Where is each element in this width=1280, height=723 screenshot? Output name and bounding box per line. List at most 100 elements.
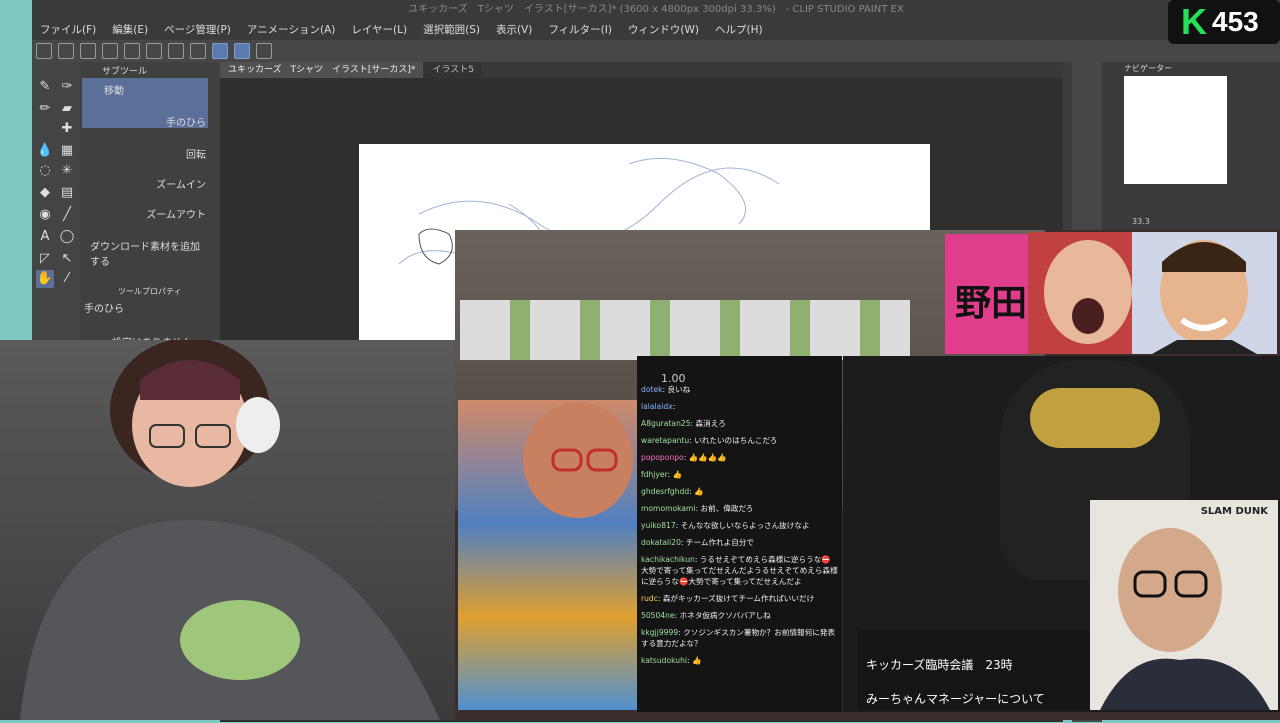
- line-icon[interactable]: ╱: [58, 206, 76, 224]
- fill-bucket-icon[interactable]: ◆: [36, 184, 54, 202]
- chat-username: yuiko817: [641, 521, 676, 530]
- chat-username: A8guratan25: [641, 419, 691, 428]
- subtool-move[interactable]: 移動: [82, 78, 208, 100]
- blend-icon[interactable]: 💧: [36, 142, 54, 160]
- new-icon[interactable]: [36, 43, 52, 59]
- chat-username: kkgjj9999: [641, 628, 679, 637]
- brush-icon[interactable]: ✑: [58, 78, 76, 96]
- pink-poster: 野田: [945, 234, 1035, 354]
- settings-icon[interactable]: [256, 43, 272, 59]
- menu-filter[interactable]: フィルター(I): [540, 20, 620, 40]
- chat-message: A8guratan25: 森消えろ: [641, 419, 726, 428]
- guest-face-yawning: [1028, 232, 1148, 354]
- chat-message: katsudokuhi: 👍: [641, 656, 702, 665]
- ruler-icon[interactable]: [234, 43, 250, 59]
- subtool-hand[interactable]: 手のひら: [82, 100, 208, 129]
- subtool-zoom-in[interactable]: ズームイン: [82, 162, 208, 191]
- tab-circus[interactable]: ユキッカーズ Tシャツ イラスト[サーカス]*: [220, 62, 424, 78]
- toolprop-header: ツールプロパティ: [118, 287, 182, 296]
- gold-mask-trim: [1030, 388, 1160, 448]
- chat-text: いれたいのはちんこだろ: [694, 436, 778, 445]
- menu-file[interactable]: ファイル(F): [32, 20, 104, 40]
- chat-username: fdhjyer: [641, 470, 668, 479]
- tab-illust5[interactable]: イラスト5: [424, 62, 482, 78]
- chat-message: 50504ne: ホネタ仮病クソババアしね: [641, 611, 771, 620]
- window-title: ユキッカーズ Tシャツ イラスト[サーカス]* (3600 x 4800px 3…: [408, 4, 904, 15]
- operation-icon[interactable]: ↖: [58, 250, 76, 268]
- pencil-icon[interactable]: ✏: [36, 100, 54, 118]
- redo-icon[interactable]: [124, 43, 140, 59]
- chat-text: お前、偉政だろ: [700, 504, 754, 513]
- caption-line-1: キッカーズ臨時会議 23時: [866, 658, 1013, 672]
- clear-icon[interactable]: [146, 43, 162, 59]
- balloon-icon[interactable]: ◯: [58, 228, 76, 246]
- chat-text: 良いね: [667, 385, 691, 394]
- badge-count: 453: [1212, 6, 1259, 37]
- eyedropper-icon[interactable]: ◉: [36, 206, 54, 224]
- chat-message: rudc: 森がキッカーズ抜けてチーム作ればいいだけ: [641, 594, 815, 603]
- caption-line-2: みーちゃんマネージャーについて: [866, 692, 1045, 706]
- navigator-header: ナビゲーター: [1124, 64, 1172, 73]
- chat-text: 👍: [694, 487, 704, 496]
- subtool-header: サブツール: [102, 67, 148, 77]
- guest-face-glasses: SLAM DUNK: [1090, 500, 1278, 710]
- magic-wand-icon[interactable]: ✳: [58, 162, 76, 180]
- hand-icon[interactable]: ✋: [36, 270, 54, 288]
- spoit-icon[interactable]: ⁄: [58, 270, 76, 288]
- subtool-rotate[interactable]: 回転: [82, 132, 208, 161]
- chat-message: lalalaidx:: [641, 402, 678, 411]
- navigator-thumbnail[interactable]: [1124, 76, 1227, 184]
- fill-icon[interactable]: [168, 43, 184, 59]
- gradient-icon[interactable]: ▤: [58, 184, 76, 202]
- menu-bar: ファイル(F) 編集(E) ページ管理(P) アニメーション(A) レイヤー(L…: [32, 20, 1280, 40]
- chat-message: ghdesrfghdd: 👍: [641, 487, 704, 496]
- subtool-zoom-out[interactable]: ズームアウト: [82, 192, 208, 221]
- undo-icon[interactable]: [102, 43, 118, 59]
- menu-select[interactable]: 選択範囲(S): [415, 20, 488, 40]
- bowl-shelf: [460, 300, 910, 360]
- menu-layer[interactable]: レイヤー(L): [343, 20, 415, 40]
- chat-username: kachikachikun: [641, 555, 695, 564]
- streamer-camera: [0, 338, 470, 720]
- chat-username: lalalaidx: [641, 402, 673, 411]
- add-material-button[interactable]: ダウンロード素材を追加する: [82, 234, 208, 268]
- guest-colorful-shirt: [458, 400, 638, 710]
- pen-icon[interactable]: ✎: [36, 78, 54, 96]
- transform-icon[interactable]: [190, 43, 206, 59]
- save-icon[interactable]: [80, 43, 96, 59]
- chat-text: 森消えろ: [695, 419, 726, 428]
- open-icon[interactable]: [58, 43, 74, 59]
- menu-window[interactable]: ウィンドウ(W): [620, 20, 707, 40]
- chat-overlay: 1.00 dotek: 良いね lalalaidx: A8guratan25: 森…: [637, 356, 842, 712]
- zoom-readout[interactable]: 33.3: [1132, 217, 1150, 226]
- menu-edit[interactable]: 編集(E): [104, 20, 156, 40]
- frame-icon[interactable]: ◸: [36, 250, 54, 268]
- document-tabs: ユキッカーズ Tシャツ イラスト[サーカス]* イラスト5: [220, 62, 1063, 78]
- chat-text: 森がキッカーズ抜けてチーム作ればいいだけ: [662, 594, 815, 603]
- chat-username: waretapantu: [641, 436, 690, 445]
- chat-text: チーム作れよ自分で: [685, 538, 755, 547]
- chat-message: kachikachikun: うるせえぞてめえら森様に逆らうな⛔大勢で寄って集っ…: [641, 555, 838, 586]
- chat-text: そんなな欲しいならよっさん抜けなよ: [680, 521, 810, 530]
- snap-icon[interactable]: [212, 43, 228, 59]
- grid-icon[interactable]: ▦: [58, 142, 76, 160]
- menu-animation[interactable]: アニメーション(A): [239, 20, 343, 40]
- menu-view[interactable]: 表示(V): [488, 20, 540, 40]
- chat-message: dotek: 良いね: [641, 385, 691, 394]
- menu-help[interactable]: ヘルプ(H): [707, 20, 771, 40]
- chat-username: 50504ne: [641, 611, 675, 620]
- chat-username: dotek: [641, 385, 663, 394]
- menu-page[interactable]: ページ管理(P): [156, 20, 239, 40]
- chat-username: rudc: [641, 594, 658, 603]
- chat-username: momomokami: [641, 504, 696, 513]
- guest-face-smiling: [1132, 232, 1277, 354]
- badge-letter: K: [1181, 1, 1207, 42]
- chat-text: 👍👍👍👍: [688, 453, 727, 462]
- move-icon[interactable]: ✚: [58, 120, 76, 138]
- eraser-icon[interactable]: ▰: [58, 100, 76, 118]
- lasso-icon[interactable]: ◌: [36, 162, 54, 180]
- streamer-figure: [20, 338, 440, 720]
- chat-message: dokatali20: チーム作れよ自分で: [641, 538, 755, 547]
- text-icon[interactable]: A: [36, 228, 54, 246]
- chat-message: momomokami: お前、偉政だろ: [641, 504, 754, 513]
